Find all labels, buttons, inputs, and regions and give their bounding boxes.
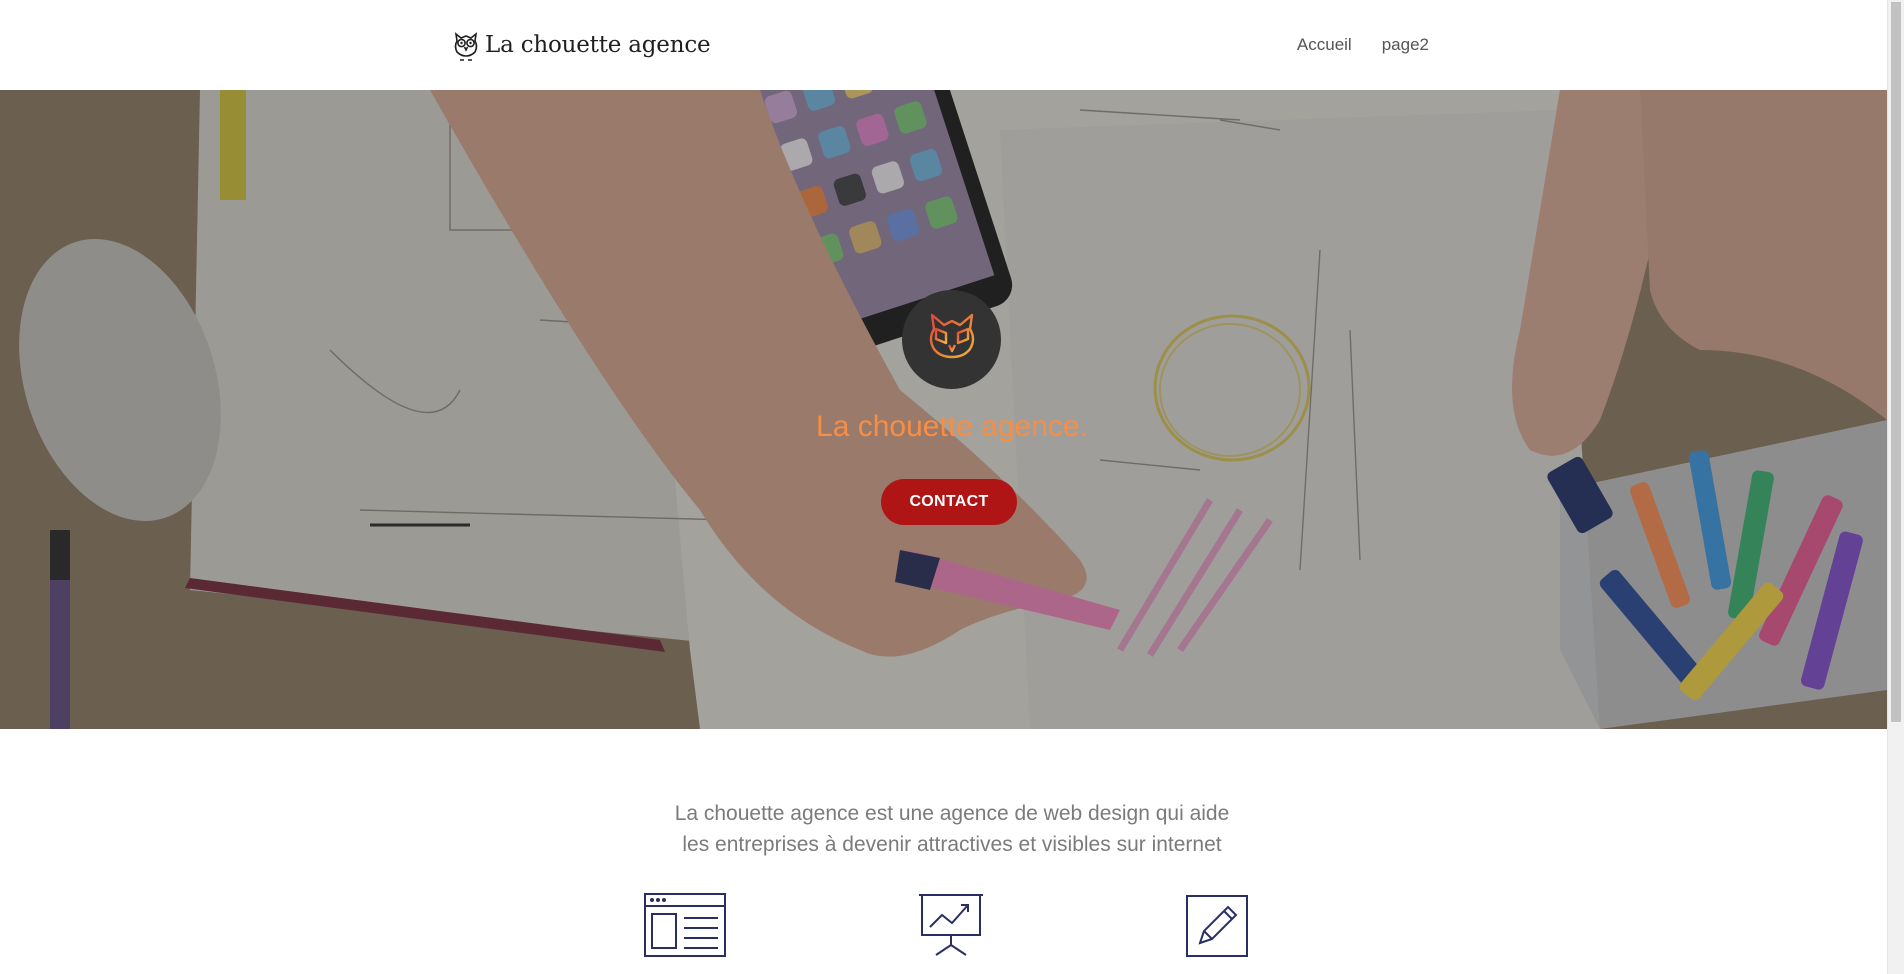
presentation-chart-icon [918, 893, 984, 957]
intro-line-2: les entreprises à devenir attractives et… [682, 833, 1222, 856]
brand-logo-link[interactable]: La chouette agence [451, 25, 711, 65]
pencil-edit-icon [1186, 893, 1248, 957]
owl-icon [902, 290, 1001, 389]
nav-link-accueil[interactable]: Accueil [1297, 35, 1352, 55]
intro-line-1: La chouette agence est une agence de web… [674, 802, 1230, 825]
contact-button[interactable]: CONTACT [881, 479, 1017, 525]
web-layout-icon [644, 893, 726, 957]
hero-content: La chouette agence. CONTACT [0, 90, 1887, 729]
main-nav: Accueil page2 [1297, 35, 1429, 55]
vertical-scrollbar[interactable] [1887, 0, 1904, 974]
nav-link-page2[interactable]: page2 [1382, 35, 1429, 55]
hero-title: La chouette agence. [816, 410, 1088, 443]
brand-name: La chouette agence [485, 32, 711, 58]
intro-text: La chouette agence est une agence de web… [0, 798, 1904, 860]
page: La chouette agence Accueil page2 La chou… [0, 0, 1904, 974]
hero-banner: La chouette agence. CONTACT [0, 90, 1887, 729]
owl-icon [451, 28, 481, 62]
scrollbar-thumb[interactable] [1891, 2, 1901, 722]
site-header: La chouette agence Accueil page2 [0, 0, 1887, 90]
